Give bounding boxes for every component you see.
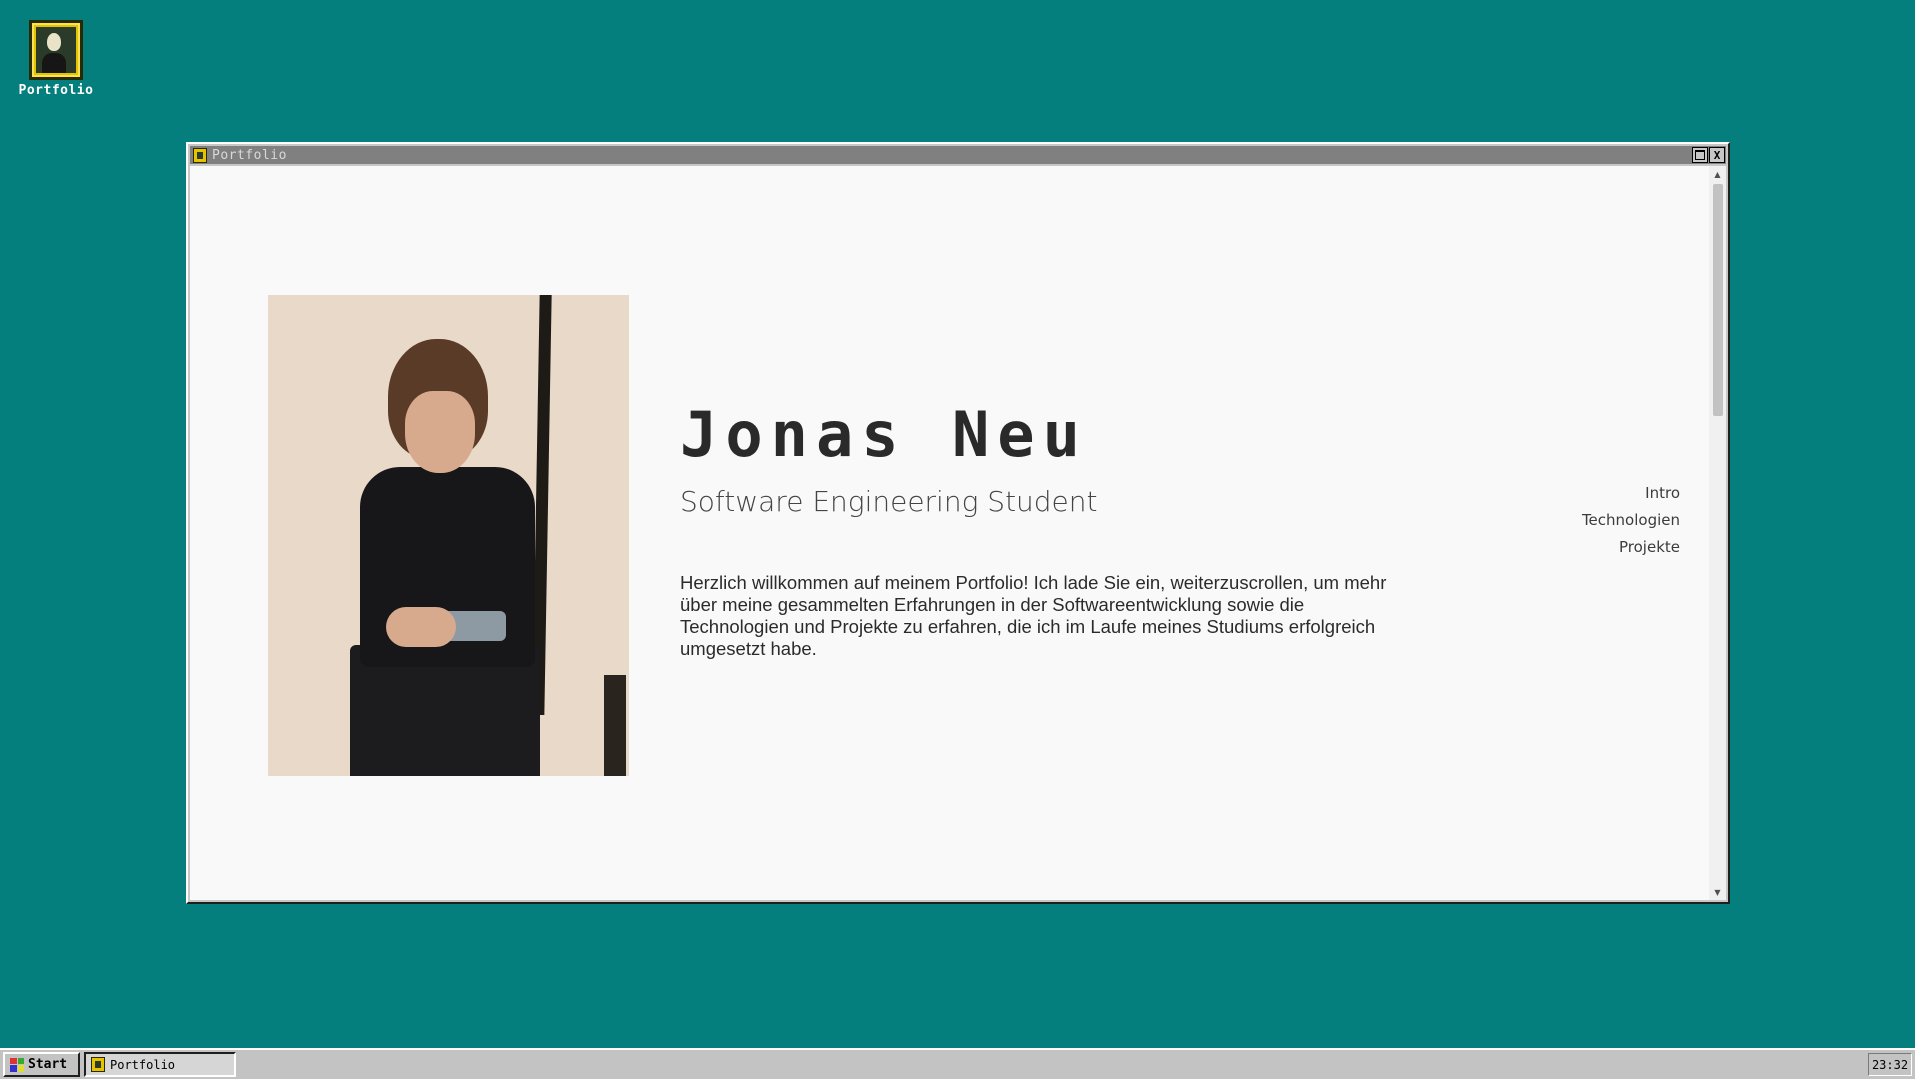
start-logo-icon [10, 1057, 24, 1072]
window-app-icon [193, 147, 207, 163]
taskbar-clock: 23:32 [1868, 1053, 1912, 1076]
scroll-thumb[interactable] [1713, 184, 1723, 416]
taskbar: Start Portfolio 23:32 [0, 1048, 1915, 1079]
scroll-up-arrow-icon[interactable]: ▲ [1709, 166, 1726, 182]
nav-link-technologien[interactable]: Technologien [1582, 511, 1680, 529]
desktop-icon-label: Portfolio [18, 83, 94, 98]
profile-photo [268, 295, 629, 776]
start-label: Start [28, 1057, 68, 1072]
framed-portrait-icon [29, 20, 83, 80]
taskbar-item-portfolio[interactable]: Portfolio [84, 1052, 236, 1077]
scroll-down-arrow-icon[interactable]: ▼ [1709, 884, 1726, 900]
nav-link-projekte[interactable]: Projekte [1619, 538, 1680, 556]
section-nav: Intro Technologien Projekte [1582, 484, 1680, 556]
vertical-scrollbar[interactable]: ▲ ▼ [1709, 166, 1726, 900]
window-title: Portfolio [212, 147, 287, 163]
maximize-icon[interactable] [1692, 147, 1708, 163]
window-content: Jonas Neu Software Engineering Student H… [190, 166, 1726, 900]
framed-portrait-icon [91, 1057, 105, 1072]
intro-paragraph: Herzlich willkommen auf meinem Portfolio… [680, 572, 1387, 659]
nav-link-intro[interactable]: Intro [1645, 484, 1680, 502]
close-button[interactable]: X [1709, 147, 1725, 163]
start-button[interactable]: Start [3, 1052, 80, 1077]
window-titlebar[interactable]: Portfolio X [190, 146, 1726, 164]
page-subtitle: Software Engineering Student [680, 485, 1098, 518]
taskbar-item-label: Portfolio [110, 1057, 176, 1072]
desktop-icon-portfolio[interactable]: Portfolio [16, 20, 96, 98]
portfolio-window: Portfolio X Jonas Neu Software Engineeri… [186, 142, 1730, 904]
page-title: Jonas Neu [680, 398, 1088, 471]
